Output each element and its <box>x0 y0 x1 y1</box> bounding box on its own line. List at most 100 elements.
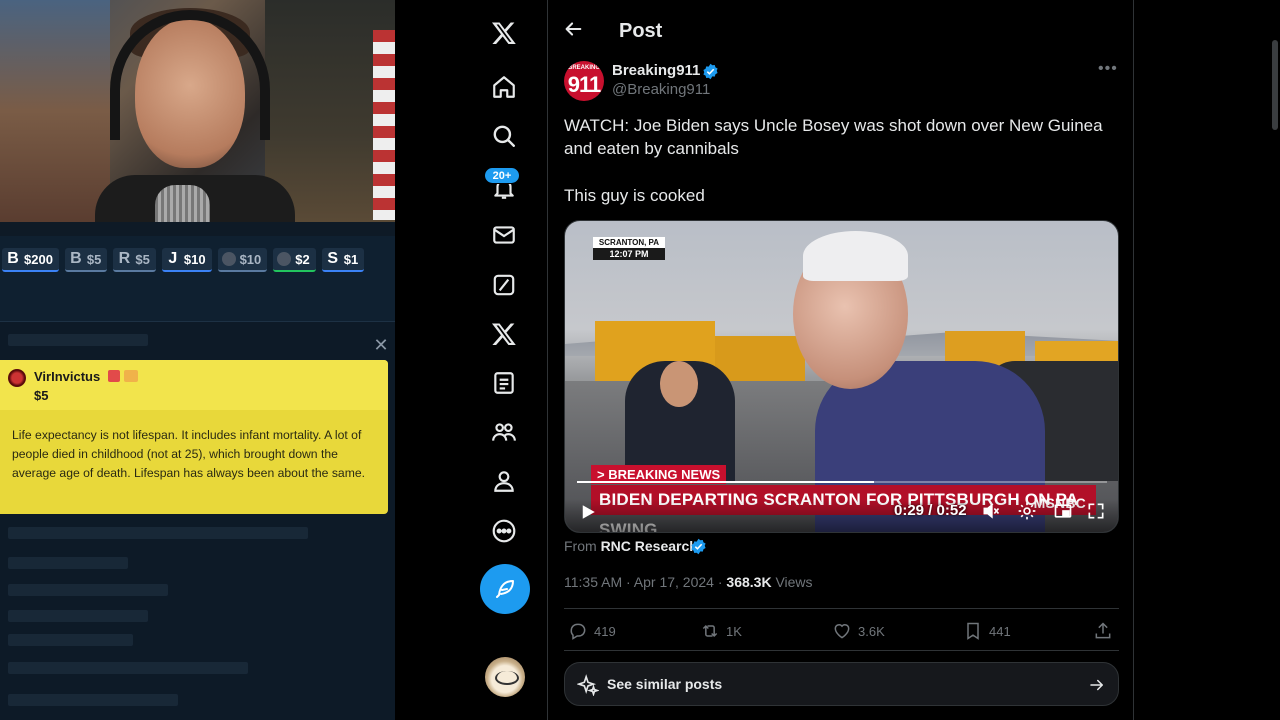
play-icon[interactable] <box>579 502 597 522</box>
donor-avatar <box>8 369 26 387</box>
post-column: Post BREAKING 911 Breaking911 @Breaking9… <box>548 0 1134 720</box>
avatar-logo-number: 911 <box>567 72 601 97</box>
video-progress-bar[interactable] <box>577 481 1107 483</box>
tip-badge: B $5 <box>64 248 108 272</box>
tip-badge-letter <box>221 252 236 266</box>
profile-icon[interactable] <box>484 461 524 501</box>
like-button[interactable]: 3.6K <box>832 620 885 642</box>
share-button[interactable] <box>1093 620 1113 642</box>
mute-icon[interactable] <box>981 501 1001 521</box>
tip-badge-letter: B <box>7 250 19 267</box>
divider <box>564 608 1119 609</box>
video-time-tag: 12:07 PM <box>593 248 665 260</box>
repost-icon <box>702 624 718 638</box>
tip-badges-bar: B $200 B $5 R $5 J $10 $10 $2 S $1 <box>0 236 395 322</box>
tip-badge: R $5 <box>113 248 156 272</box>
reply-button[interactable]: 419 <box>568 620 616 642</box>
video-subject-hair <box>803 231 908 281</box>
webcam-feed <box>0 0 395 222</box>
tip-badge-amount: $10 <box>239 251 262 267</box>
x-app: 20+ Post BREAKING 911 Breaking911 @Break… <box>395 0 1280 720</box>
chat-line <box>8 584 168 596</box>
from-prefix: From <box>564 538 597 554</box>
video-progress-fill <box>577 481 874 483</box>
more-options-icon[interactable]: ••• <box>1098 60 1118 78</box>
tip-badge: $2 <box>273 248 316 272</box>
back-arrow-icon[interactable] <box>562 18 584 40</box>
tip-badge-amount: $2 <box>295 251 310 267</box>
x-logo-icon[interactable] <box>484 13 524 53</box>
source-account-link[interactable]: RNC Research <box>601 538 698 554</box>
tip-badge: $10 <box>217 248 268 272</box>
repost-button[interactable]: 1K <box>700 620 742 642</box>
repost-count: 1K <box>726 623 742 639</box>
reply-count: 419 <box>594 623 616 639</box>
author-name[interactable]: Breaking911 <box>612 62 700 79</box>
tip-badge-letter: S <box>327 250 339 267</box>
grok-icon[interactable] <box>484 265 524 305</box>
author-handle[interactable]: @Breaking911 <box>612 81 710 98</box>
microphone <box>155 185 210 222</box>
post-timestamp: 11:35 AM · Apr 17, 2024 · 368.3K Views <box>564 574 813 590</box>
messages-icon[interactable] <box>484 215 524 255</box>
views-label: Views <box>771 574 813 590</box>
tip-badge-amount: $200 <box>24 251 53 267</box>
tip-badge-letter: J <box>168 250 178 267</box>
source-attribution: From RNC Research <box>564 538 698 554</box>
verified-badge-icon <box>703 63 718 80</box>
feather-icon <box>496 580 514 598</box>
account-avatar[interactable] <box>485 657 525 697</box>
tip-badge-amount: $1 <box>343 251 359 267</box>
premium-icon[interactable] <box>484 314 524 354</box>
chat-line <box>8 662 248 674</box>
painting-left <box>0 0 110 222</box>
more-circle-icon[interactable] <box>484 511 524 551</box>
right-sidebar <box>1134 0 1280 720</box>
tip-badge-letter: B <box>70 250 82 267</box>
video-player[interactable]: SCRANTON, PA 12:07 PM > BREAKING NEWS BI… <box>564 220 1119 533</box>
tip-badge-amount: $5 <box>135 251 150 267</box>
avatar-logo-small-text: BREAKING <box>567 65 600 71</box>
tweet-text-line: This guy is cooked <box>564 186 705 205</box>
verified-badge-icon <box>691 538 706 555</box>
bookmark-button[interactable]: 441 <box>963 620 1011 642</box>
donation-message: Life expectancy is not lifespan. It incl… <box>12 428 366 480</box>
chat-line <box>8 334 148 346</box>
like-count: 3.6K <box>858 623 885 639</box>
sparkle-icon <box>577 674 599 696</box>
communities-icon[interactable] <box>484 412 524 452</box>
bookmark-icon <box>967 622 979 640</box>
donation-amount: $5 <box>34 388 49 403</box>
tip-badge: S $1 <box>321 248 365 272</box>
video-location-tag: SCRANTON, PA <box>593 237 665 248</box>
lists-icon[interactable] <box>484 363 524 403</box>
share-icon <box>1095 622 1111 639</box>
subscriber-badge-icon <box>108 370 120 382</box>
tip-badge-letter <box>277 252 292 266</box>
explore-icon[interactable] <box>484 116 524 156</box>
compose-post-button[interactable] <box>480 564 530 614</box>
settings-gear-icon[interactable] <box>1017 501 1037 521</box>
arrow-right-icon <box>1090 679 1103 691</box>
post-header: Post <box>548 0 1134 53</box>
chat-badge-icon <box>124 370 138 382</box>
home-icon[interactable] <box>484 67 524 107</box>
donation-alert: VirInvictus $5 Life expectancy is not li… <box>0 360 388 514</box>
picture-in-picture-icon[interactable] <box>1053 501 1073 521</box>
tip-badge: B $200 <box>2 248 59 272</box>
see-similar-posts-button[interactable]: See similar posts <box>564 662 1119 706</box>
divider <box>564 650 1119 651</box>
fullscreen-icon[interactable] <box>1086 501 1106 521</box>
tip-badges: B $200 B $5 R $5 J $10 $10 $2 S $1 <box>2 248 392 272</box>
scrollbar[interactable] <box>1272 40 1278 130</box>
video-timecode: 0:29 / 0:52 <box>894 502 967 519</box>
bookmark-count: 441 <box>989 623 1011 639</box>
author-avatar[interactable]: BREAKING 911 <box>564 61 604 101</box>
close-icon[interactable]: ✕ <box>372 336 390 354</box>
tip-badge-letter: R <box>118 250 131 267</box>
views-count: 368.3K <box>726 574 772 590</box>
side-nav: 20+ <box>395 0 548 720</box>
post-time[interactable]: 11:35 AM · Apr 17, 2024 · <box>564 574 726 590</box>
flag <box>373 30 395 220</box>
stream-overlay: B $200 B $5 R $5 J $10 $10 $2 S $1 ✕ VirInvictus $5… <box>0 0 395 720</box>
